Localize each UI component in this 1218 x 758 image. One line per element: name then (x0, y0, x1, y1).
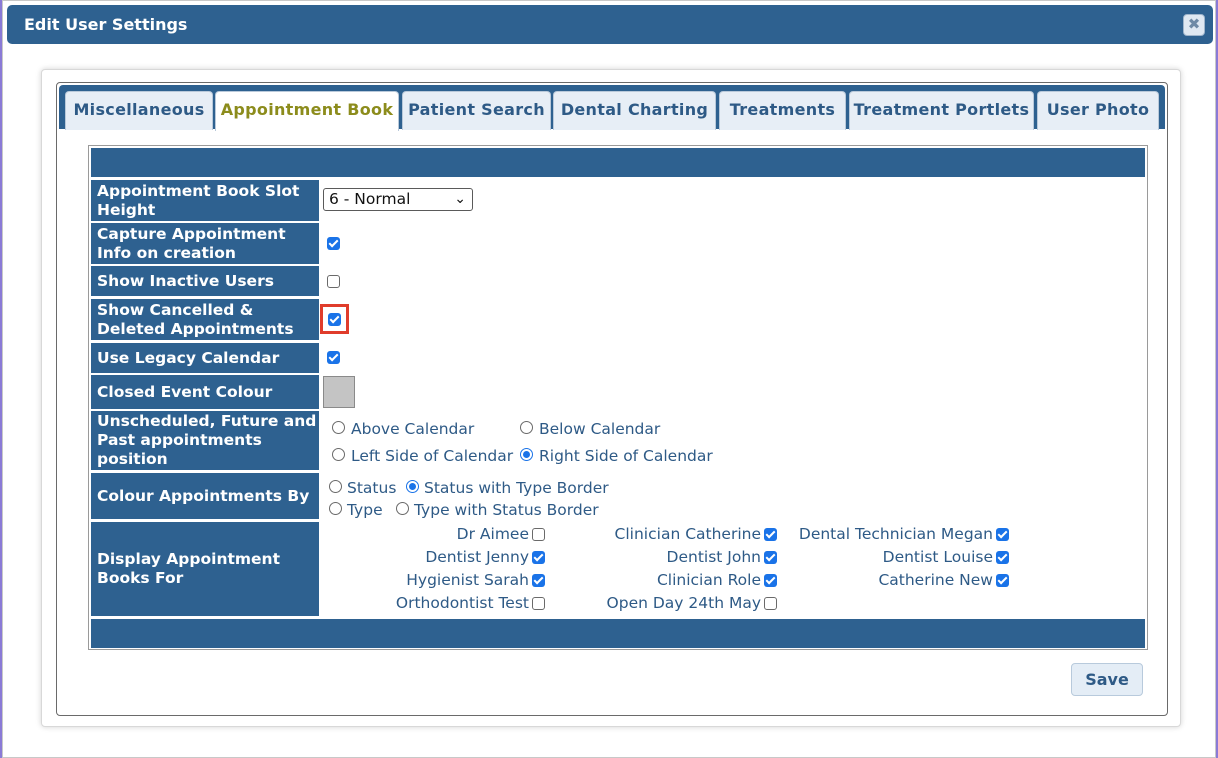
close-icon: ✖ (1187, 15, 1201, 33)
person-checkbox-dental-technician-megan[interactable] (996, 528, 1009, 541)
radio-right-side[interactable] (520, 448, 533, 461)
person-label: Dentist Louise (882, 548, 993, 566)
slot-height-label: Appointment Book Slot Height (91, 180, 319, 221)
option-label: Type with Status Border (414, 501, 599, 519)
radio-type-status-border[interactable] (396, 502, 409, 515)
colour-by-label: Colour Appointments By (91, 473, 319, 519)
appointment-book-settings-table: Appointment Book Slot Height 6 - Normal … (88, 145, 1148, 650)
option-label: Below Calendar (539, 420, 661, 438)
tab-label: Patient Search (408, 100, 545, 119)
tab-label: Dental Charting (560, 100, 709, 119)
radio-type[interactable] (329, 502, 342, 515)
option-label: Type (347, 501, 383, 519)
tab-miscellaneous[interactable]: Miscellaneous (65, 91, 213, 130)
person-checkbox-dr-aimee[interactable] (532, 528, 545, 541)
capture-info-checkbox[interactable] (327, 237, 340, 250)
show-cancelled-label: Show Cancelled & Deleted Appointments (91, 299, 319, 340)
option-label: Above Calendar (351, 420, 475, 438)
person-checkbox-open-day[interactable] (764, 597, 777, 610)
person-label: Dentist Jenny (425, 548, 529, 566)
close-button[interactable]: ✖ (1183, 14, 1205, 36)
person-label: Open Day 24th May (606, 594, 761, 612)
person-checkbox-dentist-jenny[interactable] (532, 551, 545, 564)
legacy-calendar-label: Use Legacy Calendar (91, 343, 319, 373)
person-checkbox-orthodontist-test[interactable] (532, 597, 545, 610)
radio-above-calendar[interactable] (332, 421, 345, 434)
radio-left-side[interactable] (332, 448, 345, 461)
person-label: Catherine New (878, 571, 993, 589)
person-checkbox-dentist-louise[interactable] (996, 551, 1009, 564)
tab-treatments[interactable]: Treatments (719, 91, 846, 130)
tab-label: User Photo (1046, 100, 1150, 119)
show-inactive-label: Show Inactive Users (91, 266, 319, 296)
tab-patient-search[interactable]: Patient Search (402, 91, 551, 130)
closed-colour-swatch[interactable] (323, 376, 355, 408)
person-checkbox-dentist-john[interactable] (764, 551, 777, 564)
tab-label: Treatments (729, 100, 836, 119)
radio-status-type-border[interactable] (406, 480, 419, 493)
show-inactive-checkbox[interactable] (327, 275, 340, 288)
person-label: Dentist John (666, 548, 761, 566)
save-button[interactable]: Save (1071, 663, 1143, 696)
option-label: Status with Type Border (424, 479, 609, 497)
display-books-label: Display Appointment Books For (91, 522, 319, 616)
closed-colour-label: Closed Event Colour (91, 375, 319, 409)
tab-strip: Miscellaneous Appointment Book Patient S… (59, 85, 1165, 131)
option-label: Right Side of Calendar (539, 447, 713, 465)
tabs-container: Miscellaneous Appointment Book Patient S… (56, 82, 1168, 716)
tab-appointment-book[interactable]: Appointment Book (215, 91, 399, 131)
person-checkbox-hygienist-sarah[interactable] (532, 574, 545, 587)
person-label: Dental Technician Megan (798, 525, 993, 543)
show-cancelled-checkbox[interactable] (328, 313, 341, 326)
content-panel: Miscellaneous Appointment Book Patient S… (41, 69, 1181, 727)
slot-height-select[interactable]: 6 - Normal ⌄ (323, 188, 473, 211)
dialog-titlebar[interactable]: Edit User Settings ✖ (7, 5, 1213, 44)
option-label: Status (347, 479, 397, 497)
person-checkbox-catherine-new[interactable] (996, 574, 1009, 587)
option-label: Left Side of Calendar (351, 447, 514, 465)
radio-status[interactable] (329, 480, 342, 493)
tab-label: Treatment Portlets (853, 100, 1030, 119)
tab-label: Miscellaneous (73, 100, 205, 119)
person-label: Clinician Role (656, 571, 761, 589)
person-label: Hygienist Sarah (406, 571, 529, 589)
tab-dental-charting[interactable]: Dental Charting (553, 91, 716, 130)
legacy-calendar-checkbox[interactable] (327, 351, 340, 364)
appt-position-label: Unscheduled, Future and Past appointment… (91, 411, 319, 470)
table-footer-bar (91, 619, 1145, 648)
person-label: Orthodontist Test (395, 594, 529, 612)
person-checkbox-clinician-catherine[interactable] (764, 528, 777, 541)
edit-user-settings-dialog: Edit User Settings ✖ Miscellaneous Appoi… (2, 0, 1216, 758)
tab-user-photo[interactable]: User Photo (1037, 91, 1159, 130)
person-checkbox-clinician-role[interactable] (764, 574, 777, 587)
radio-below-calendar[interactable] (520, 421, 533, 434)
tab-treatment-portlets[interactable]: Treatment Portlets (849, 91, 1034, 130)
tab-label: Appointment Book (220, 100, 394, 119)
chevron-down-icon: ⌄ (454, 191, 466, 207)
table-header-bar (91, 148, 1145, 177)
person-label: Dr Aimee (456, 525, 529, 543)
capture-info-label: Capture Appointment Info on creation (91, 223, 319, 264)
person-label: Clinician Catherine (614, 525, 761, 543)
dialog-title: Edit User Settings (24, 15, 188, 34)
slot-height-value: 6 - Normal (329, 190, 411, 208)
